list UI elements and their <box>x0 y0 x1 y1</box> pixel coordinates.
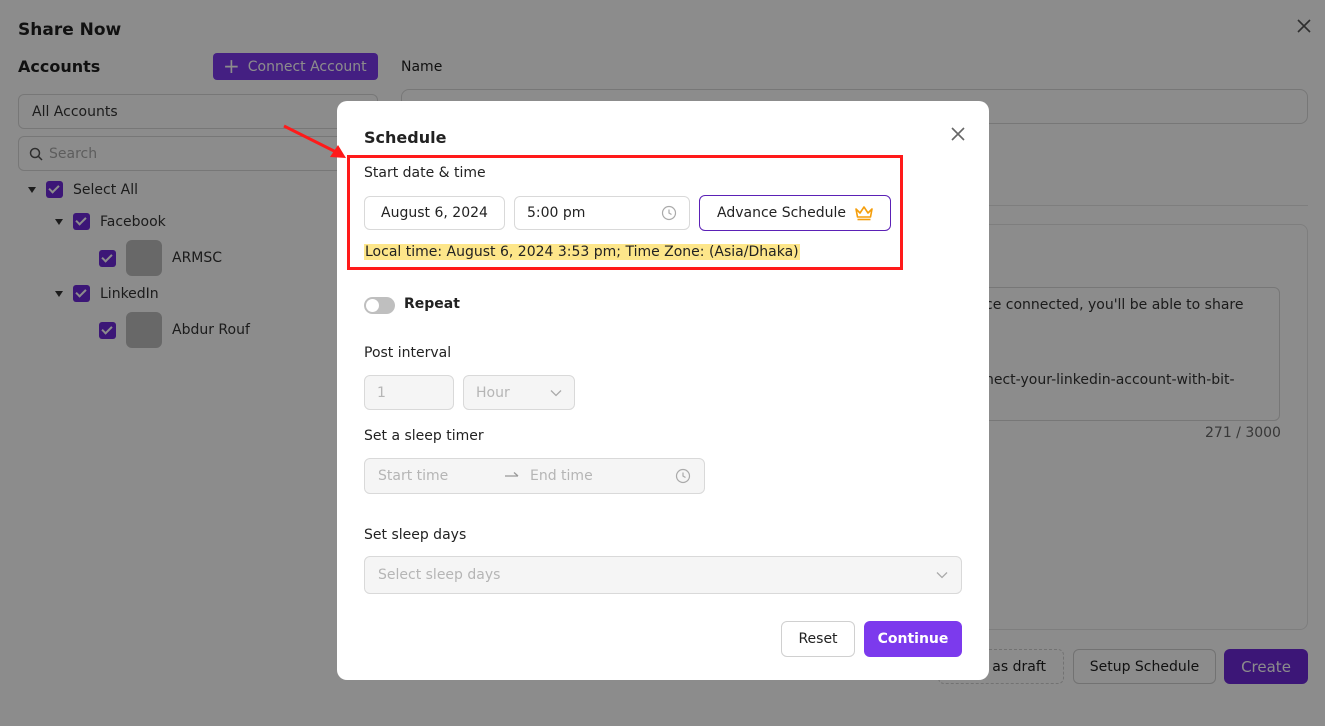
post-interval-label: Post interval <box>364 345 452 361</box>
close-icon[interactable] <box>948 124 968 144</box>
repeat-label: Repeat <box>404 296 460 312</box>
repeat-toggle[interactable] <box>364 297 395 314</box>
continue-button[interactable]: Continue <box>864 621 962 657</box>
sleep-timer-label: Set a sleep timer <box>364 428 484 444</box>
interval-unit: Hour <box>476 384 510 401</box>
annotation-highlight-box <box>347 155 903 270</box>
modal-title: Schedule <box>364 128 447 147</box>
interval-value-input[interactable]: 1 <box>364 375 454 410</box>
sleep-days-label: Set sleep days <box>364 527 467 543</box>
chevron-down-icon <box>936 572 948 579</box>
interval-unit-select[interactable]: Hour <box>463 375 575 410</box>
end-time-placeholder: End time <box>530 468 593 484</box>
clock-icon <box>675 468 691 484</box>
arrow-right-icon <box>505 472 519 477</box>
sleep-days-placeholder: Select sleep days <box>378 567 501 583</box>
sleep-days-select[interactable]: Select sleep days <box>364 556 962 594</box>
sleep-timer-range[interactable]: Start time End time <box>364 458 705 494</box>
toggle-knob <box>366 299 379 312</box>
start-time-placeholder: Start time <box>378 468 449 484</box>
reset-button[interactable]: Reset <box>781 621 855 657</box>
chevron-down-icon <box>550 389 562 396</box>
annotation-arrow-icon <box>283 124 346 158</box>
interval-value: 1 <box>377 384 386 401</box>
